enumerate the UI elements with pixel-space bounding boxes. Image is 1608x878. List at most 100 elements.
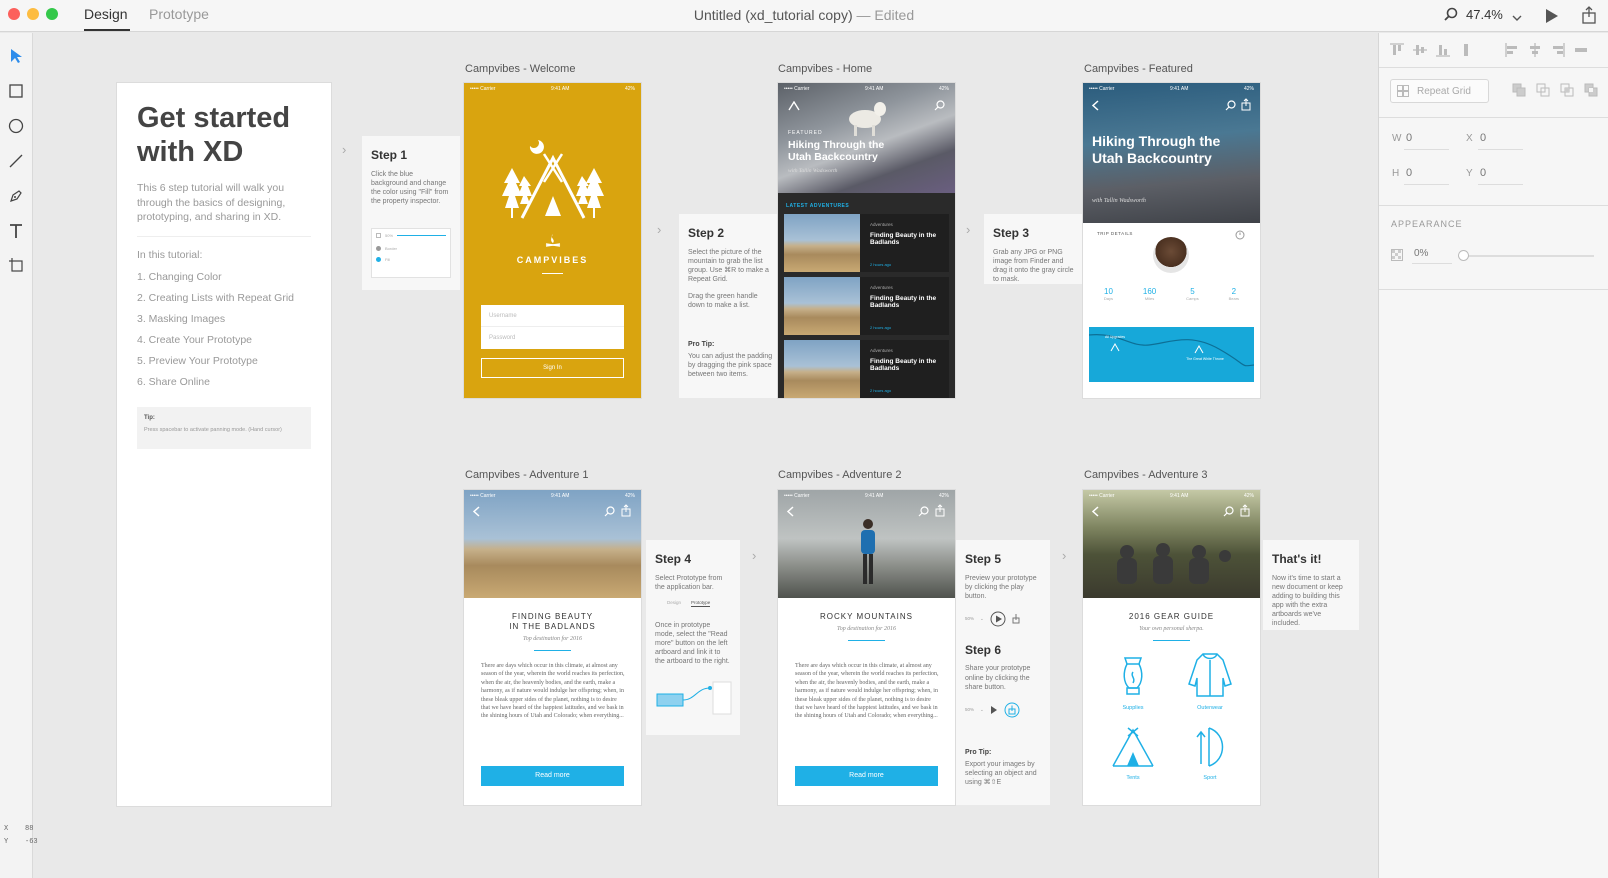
cursor-x-coordinate: X 88 (4, 825, 33, 833)
align-right-icon[interactable] (1551, 43, 1565, 57)
timer-icon[interactable] (1235, 230, 1245, 240)
hero-title[interactable]: Hiking Through the Utah Backcountry (788, 139, 898, 163)
height-field[interactable]: 0 (1406, 167, 1412, 179)
artboard-label[interactable]: Campvibes - Home (778, 63, 872, 75)
opacity-slider-handle[interactable] (1458, 250, 1469, 261)
back-chevron-icon[interactable] (1091, 100, 1099, 111)
artboard-label[interactable]: Campvibes - Welcome (465, 63, 575, 75)
boolean-intersect-icon[interactable] (1560, 83, 1574, 97)
in-tutorial-heading: In this tutorial: (137, 248, 203, 261)
align-bottom-icon[interactable] (1436, 43, 1450, 57)
adventure-card[interactable]: Adventures Finding Beauty in the Badland… (784, 214, 949, 272)
intro-title: Get started with XD (137, 101, 311, 169)
gear-item-supplies[interactable]: Supplies (1103, 650, 1163, 711)
stat-label: Miles (1144, 296, 1155, 301)
zoom-level[interactable]: 47.4% (1466, 7, 1503, 22)
repeat-grid-button[interactable]: Repeat Grid (1390, 79, 1489, 103)
document-title: Untitled (xd_tutorial copy) — Edited (0, 7, 1608, 23)
align-left-icon[interactable] (1505, 43, 1519, 57)
artboard-label[interactable]: Campvibes - Adventure 1 (465, 469, 589, 481)
line-tool-icon[interactable] (6, 151, 26, 171)
pro-tip-title: Pro Tip: (688, 341, 715, 349)
card-tag: Adventures (870, 285, 893, 290)
rectangle-tool-icon[interactable] (6, 81, 26, 101)
share-icon[interactable] (1581, 6, 1597, 29)
y-field[interactable]: 0 (1480, 167, 1486, 179)
mini-zoom: 50% (965, 615, 975, 621)
stat-label: Days (1103, 296, 1114, 301)
share-icon[interactable] (935, 504, 945, 517)
artboard-featured[interactable]: ••••• Carrier 9:41 AM 42% Hiking Through t… (1083, 83, 1260, 398)
password-input[interactable]: Password (481, 327, 624, 349)
search-icon[interactable] (1225, 100, 1236, 111)
username-input[interactable]: Username (481, 305, 624, 327)
share-icon[interactable] (1240, 504, 1250, 517)
step-6-text: Share your prototype online by clicking … (965, 665, 1031, 691)
tip-text: Press spacebar to activate panning mode.… (144, 426, 282, 433)
share-icon[interactable] (621, 504, 631, 517)
gear-item-outerwear[interactable]: Outerwear (1180, 650, 1240, 711)
search-icon[interactable] (934, 100, 945, 111)
artboard-tool-icon[interactable] (6, 255, 26, 275)
select-tool-icon[interactable] (6, 46, 26, 66)
divider (1379, 205, 1608, 206)
artboard-label[interactable]: Campvibes - Adventure 3 (1084, 469, 1208, 481)
card-title: Finding Beauty in the Badlands (870, 232, 937, 247)
step-text-2: Once in prototype mode, select the "Read… (655, 621, 730, 665)
ellipse-tool-icon[interactable] (6, 116, 26, 136)
artboard-home[interactable]: ••••• Carrier 9:41 AM 42% FEATURED Hiking … (778, 83, 955, 398)
battery: 42% (1243, 493, 1254, 499)
distribute-vertical-icon[interactable] (1459, 43, 1473, 57)
intro-artboard[interactable]: Get started with XD This 6 step tutorial … (117, 83, 331, 806)
play-preview-icon[interactable] (1545, 8, 1559, 29)
trip-map[interactable]: All Upgrades The Great White Throne (1089, 327, 1254, 382)
text-tool-icon[interactable] (6, 221, 26, 241)
pen-tool-icon[interactable] (6, 186, 26, 206)
back-chevron-icon[interactable] (786, 506, 794, 517)
artboard-adventure-1[interactable]: ••••• Carrier 9:41 AM 42% FINDING BEAUTY IN… (464, 490, 641, 805)
adventure-card[interactable]: Adventures Finding Beauty in the Badland… (784, 340, 949, 398)
boolean-subtract-icon[interactable] (1536, 83, 1550, 97)
mini-tab-design: Design (667, 599, 682, 605)
search-icon[interactable] (1223, 506, 1234, 517)
zoom-search-icon[interactable] (1443, 7, 1459, 28)
boolean-exclude-icon[interactable] (1584, 83, 1598, 97)
align-top-icon[interactable] (1390, 43, 1404, 57)
link-wire-illustration (656, 681, 732, 715)
read-more-button[interactable]: Read more (481, 766, 624, 786)
boolean-add-icon[interactable] (1512, 83, 1526, 97)
zoom-chevron-down-icon[interactable] (1512, 9, 1522, 27)
search-icon[interactable] (604, 506, 615, 517)
step-title: Step 1 (371, 148, 408, 162)
adventure-card[interactable]: Adventures Finding Beauty in the Badland… (784, 277, 949, 335)
gear-item-sport[interactable]: Sport (1180, 724, 1240, 781)
opacity-slider-track[interactable] (1464, 255, 1594, 257)
align-middle-icon[interactable] (1413, 43, 1427, 57)
artboard-adventure-3[interactable]: ••••• Carrier 9:41 AM 42% 2016 GEAR GUIDE … (1083, 490, 1260, 805)
artboard-adventure-2[interactable]: ••••• Carrier 9:41 AM 42% ROCKY MOUNTAINS … (778, 490, 955, 805)
back-chevron-icon[interactable] (1091, 506, 1099, 517)
back-chevron-icon[interactable] (472, 506, 480, 517)
artboard-welcome[interactable]: ••••• Carrier 9:41 AM 42% CAMPVIBES Userna… (464, 83, 641, 398)
read-more-button[interactable]: Read more (795, 766, 938, 786)
stat-item: 10 Days (1104, 287, 1113, 301)
status-bar: ••••• Carrier 9:41 AM 42% (778, 490, 955, 502)
gear-item-tents[interactable]: Tents (1103, 724, 1163, 781)
artboard-label[interactable]: Campvibes - Adventure 2 (778, 469, 902, 481)
align-center-icon[interactable] (1528, 43, 1542, 57)
battery: 42% (624, 493, 635, 499)
distribute-horizontal-icon[interactable] (1574, 43, 1588, 57)
step-5-title: Step 5 (965, 552, 1002, 566)
search-icon[interactable] (918, 506, 929, 517)
flow-arrow-icon: › (966, 222, 971, 237)
sign-in-button[interactable]: Sign In (481, 358, 624, 378)
list-item: 2. Creating Lists with Repeat Grid (137, 291, 294, 304)
artboard-label[interactable]: Campvibes - Featured (1084, 63, 1193, 75)
opacity-field[interactable]: 0% (1414, 248, 1428, 259)
status-bar: ••••• Carrier 9:41 AM 42% (1083, 83, 1260, 95)
mini-border: Border (385, 246, 398, 252)
share-icon[interactable] (1241, 98, 1251, 111)
x-field[interactable]: 0 (1480, 132, 1486, 144)
stat-label: Camps (1186, 296, 1199, 301)
width-field[interactable]: 0 (1406, 132, 1412, 144)
